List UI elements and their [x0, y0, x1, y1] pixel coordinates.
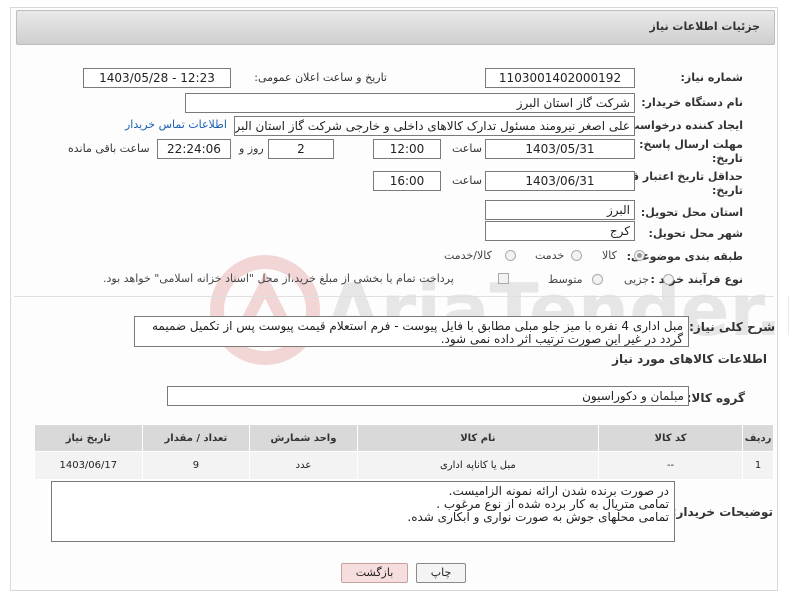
back-button[interactable]: بازگشت — [341, 563, 408, 583]
section-divider — [14, 296, 774, 297]
remaining-time-field[interactable]: 22:24:06 — [157, 139, 231, 159]
print-button[interactable]: چاپ — [416, 563, 466, 583]
buyer-org-label: نام دستگاه خریدار: — [641, 96, 743, 109]
col-code-header: کد کالا — [597, 424, 744, 452]
cell-code: -- — [597, 451, 744, 480]
col-row-header: ردیف — [742, 424, 774, 452]
buyer-org-field[interactable]: شرکت گاز استان البرز — [185, 93, 635, 113]
buyer-notes-textarea[interactable]: در صورت برنده شدن ارائه نمونه الزامیست. … — [51, 481, 675, 542]
category-service-label: خدمت — [535, 249, 565, 262]
deadline-label: مهلت ارسال پاسخ: تا — [627, 138, 743, 151]
goods-table: ردیف کد کالا نام کالا واحد شمارش تعداد /… — [34, 424, 774, 480]
remaining-label: ساعت باقی مانده — [68, 142, 150, 155]
category-service-radio[interactable] — [571, 250, 582, 261]
treasury-payment-note: پرداخت تمام یا بخشی از مبلغ خرید،از محل … — [103, 272, 454, 285]
creator-field[interactable]: علی اصغر نیرومند مسئول تدارک کالاهای داخ… — [234, 116, 635, 136]
purchase-minor-label: جزیی — [624, 273, 650, 286]
table-row: 1 -- مبل یا کاناپه اداری عدد 9 1403/06/1… — [34, 451, 774, 480]
col-unit-header: واحد شمارش — [249, 424, 358, 452]
announce-label: تاریخ و ساعت اعلان عمومی: — [254, 71, 387, 84]
city-label: شهر محل تحویل: — [648, 227, 743, 240]
goods-table-header: ردیف کد کالا نام کالا واحد شمارش تعداد /… — [34, 424, 774, 452]
deadline-time-field[interactable]: 12:00 — [373, 139, 441, 159]
need-number-field[interactable]: 1103001402000192 — [485, 68, 635, 88]
cell-name: مبل یا کاناپه اداری — [356, 451, 600, 480]
city-field[interactable]: کرج — [485, 221, 635, 241]
purchase-medium-label: متوسط — [548, 273, 583, 286]
description-textarea[interactable]: مبل اداری 4 نفره با میز جلو مبلی مطابق ب… — [134, 316, 689, 347]
cell-date: 1403/06/17 — [34, 451, 143, 480]
announce-field[interactable]: 1403/05/28 - 12:23 — [83, 68, 231, 88]
purchase-medium-radio[interactable] — [592, 274, 603, 285]
goods-group-field[interactable]: مبلمان و دکوراسیون — [167, 386, 689, 406]
province-label: استان محل تحویل: — [640, 206, 743, 219]
category-goods-label: کالا — [602, 249, 617, 262]
category-goods-radio[interactable] — [634, 250, 645, 261]
goods-section-title: اطلاعات کالاهای مورد نیاز — [612, 352, 767, 366]
col-qty-header: تعداد / مقدار — [141, 424, 251, 452]
contact-info-link[interactable]: اطلاعات تماس خریدار — [125, 118, 227, 131]
deadline-date-field[interactable]: 1403/05/31 — [485, 139, 635, 159]
deadline-time-label: ساعت — [452, 142, 482, 155]
deadline-date-label: تاریخ: — [711, 152, 743, 165]
province-field[interactable]: البرز — [485, 200, 635, 220]
page-title: جزئیات اطلاعات نیاز — [649, 20, 761, 33]
days-label: روز و — [239, 142, 264, 155]
buyer-notes-label: توضیحات خریدار: — [671, 505, 773, 519]
cell-qty: 9 — [141, 451, 251, 480]
description-label: شرح کلی نیاز: — [689, 320, 775, 334]
category-both-radio[interactable] — [505, 250, 516, 261]
goods-group-label: گروه کالا: — [686, 391, 745, 405]
validity-date-label: تاریخ: — [711, 184, 743, 197]
treasury-payment-checkbox[interactable] — [498, 273, 509, 284]
category-both-label: کالا/خدمت — [444, 249, 492, 262]
days-field[interactable]: 2 — [268, 139, 334, 159]
col-date-header: تاریخ نیاز — [34, 424, 143, 452]
validity-time-field[interactable]: 16:00 — [373, 171, 441, 191]
creator-label: ایجاد کننده درخواست: — [624, 119, 743, 132]
validity-date-field[interactable]: 1403/06/31 — [485, 171, 635, 191]
need-number-label: شماره نیاز: — [680, 71, 743, 84]
col-name-header: نام کالا — [356, 424, 600, 452]
cell-index: 1 — [742, 451, 774, 480]
page-header: جزئیات اطلاعات نیاز — [16, 10, 775, 45]
validity-time-label: ساعت — [452, 174, 482, 187]
purchase-minor-radio[interactable] — [663, 274, 674, 285]
cell-unit: عدد — [249, 451, 358, 480]
